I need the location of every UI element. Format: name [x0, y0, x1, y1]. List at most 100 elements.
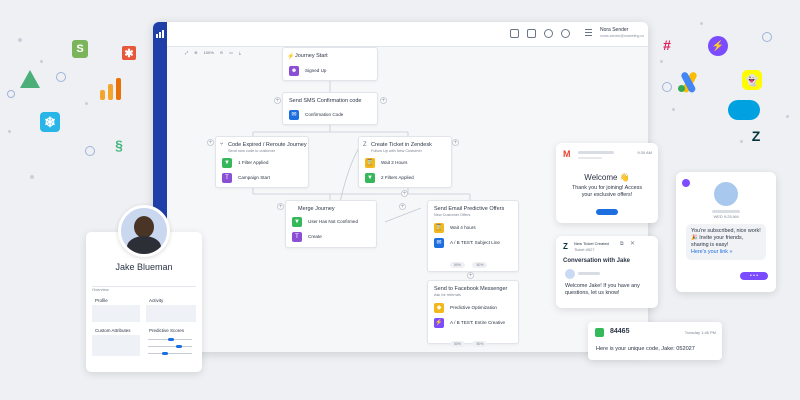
- email-cta-button[interactable]: [596, 209, 618, 215]
- step-item[interactable]: ◆ Predictive Optimization: [434, 302, 497, 313]
- step-item[interactable]: ☻ Signed Up: [289, 65, 326, 76]
- step-item[interactable]: ⌛ Wait 4 hours: [434, 222, 476, 233]
- campaign-icon: T: [292, 231, 302, 242]
- message-date: WED 9:25 AM: [713, 214, 739, 219]
- step-item[interactable]: ▼ 2 Filters Applied: [365, 172, 414, 183]
- add-step-button[interactable]: +: [401, 190, 408, 197]
- add-step-button[interactable]: +: [399, 203, 406, 210]
- add-step-button[interactable]: +: [274, 97, 281, 104]
- score-slider: [148, 338, 192, 341]
- step-label: 2 Filters Applied: [381, 175, 414, 180]
- google-analytics-icon: [100, 78, 122, 100]
- step-label: Wait 2 Hours: [381, 160, 408, 165]
- decor-ring: [56, 72, 66, 82]
- hourglass-icon: ⌛: [365, 157, 375, 168]
- close-icon[interactable]: ✕: [630, 240, 635, 247]
- node-facebook-messenger[interactable]: Send to Facebook Messenger Ask for refer…: [427, 280, 519, 347]
- score-slider: [148, 345, 192, 348]
- node-title: Send to Facebook Messenger: [434, 286, 508, 292]
- step-item[interactable]: ✉ A / B TEST: Subject Line: [434, 237, 500, 248]
- decor-dot: [30, 175, 34, 179]
- node-title: Code Expired / Reroute Journey: [228, 142, 307, 148]
- split-pill: 50%: [472, 341, 488, 347]
- node-send-sms[interactable]: Send SMS Confirmation code ✉ Confirmatio…: [282, 92, 378, 125]
- tab-overview[interactable]: Overview: [92, 287, 109, 292]
- copy-icon[interactable]: ⧉: [620, 241, 624, 247]
- node-subtitle: Ask for referrals: [434, 293, 461, 297]
- node-title: Send Email Predictive Offers: [434, 206, 505, 212]
- profile-section: Profile: [92, 296, 140, 322]
- shopify-icon: S: [72, 40, 88, 58]
- messenger-logo-icon: ⚡: [708, 36, 728, 56]
- node-send-email[interactable]: Send Email Predictive Offers New Custome…: [427, 200, 519, 272]
- typing-indicator: • • •: [740, 272, 768, 280]
- add-step-button[interactable]: +: [380, 97, 387, 104]
- conversation-heading: Conversation with Jake: [563, 258, 631, 264]
- add-step-button[interactable]: +: [207, 139, 214, 146]
- zendesk-node-icon: Z: [363, 142, 367, 148]
- message-body: You're subscribed, nice work! 🎉 Invite y…: [691, 228, 761, 248]
- step-item[interactable]: ▼ 1 Filter Applied: [222, 157, 268, 168]
- filter-icon: ▼: [365, 172, 375, 183]
- hourglass-icon: ⌛: [434, 222, 444, 233]
- sender-placeholder: [578, 151, 614, 154]
- gmail-card: M 9:30 AM Welcome 👋 Thank you for joinin…: [556, 143, 658, 223]
- gmail-icon: M: [563, 149, 571, 159]
- optimize-icon: ◆: [434, 302, 444, 313]
- node-subtitle: New Customer Offers: [434, 213, 471, 217]
- add-step-button[interactable]: +: [467, 272, 474, 279]
- decor-ring: [7, 90, 15, 98]
- node-subtitle: Send new code to customer: [228, 149, 276, 153]
- zendesk-icon: Z: [563, 242, 568, 251]
- node-merge-journey[interactable]: Merge Journey ▼ User Has Not Confirmed T…: [285, 200, 377, 248]
- ticket-title: New Ticket Created: [574, 241, 609, 246]
- step-label: Signed Up: [305, 68, 327, 73]
- step-item[interactable]: T Campaign Start: [222, 172, 270, 183]
- sms-time: Tuesday 1:46 PM: [684, 330, 716, 335]
- step-label: Create: [308, 234, 322, 239]
- node-zendesk-ticket[interactable]: Z Create Ticket in Zendesk Follow Up wit…: [358, 136, 452, 188]
- step-label: Wait 4 hours: [450, 225, 476, 230]
- email-icon: ✉: [434, 237, 444, 248]
- email-body: Thank you for joining! Access your exclu…: [571, 185, 643, 198]
- share-link[interactable]: Here's your link »: [691, 249, 761, 256]
- step-label: A / B TEST: Entire Creative: [450, 320, 506, 325]
- email-time: 9:30 AM: [637, 150, 652, 155]
- messenger-step-icon: ⚡: [434, 317, 444, 328]
- google-ads-icon: [678, 70, 702, 94]
- step-label: A / B TEST: Subject Line: [450, 240, 500, 245]
- step-item[interactable]: ✉ Confirmation Code: [289, 109, 343, 120]
- node-subtitle: Follow Up with New Customer: [371, 149, 422, 153]
- snapchat-icon: 👻: [742, 70, 762, 90]
- filter-icon: ▼: [222, 157, 232, 168]
- section-label: Profile: [92, 296, 140, 305]
- predictive-scores-section: Predictive Scores: [146, 326, 196, 356]
- node-code-expired[interactable]: ⑂ Code Expired / Reroute Journey Send ne…: [215, 136, 309, 188]
- agent-avatar: [565, 269, 575, 279]
- step-item[interactable]: ▼ User Has Not Confirmed: [292, 216, 358, 227]
- step-item[interactable]: ⚡ A / B TEST: Entire Creative: [434, 317, 505, 328]
- zendesk-ticket-card: Z New Ticket Created Ticket #527 ⧉ ✕ Con…: [556, 236, 658, 308]
- step-label: 1 Filter Applied: [238, 160, 269, 165]
- add-step-button[interactable]: +: [452, 139, 459, 146]
- campaign-icon: T: [222, 172, 232, 183]
- decor-ring: [762, 32, 772, 42]
- lightning-icon: ⚡: [287, 54, 295, 60]
- decor-dot: [786, 115, 789, 118]
- messenger-card: WED 9:25 AM You're subscribed, nice work…: [676, 172, 776, 292]
- zendesk-logo-icon: Z: [751, 128, 761, 144]
- add-step-button[interactable]: +: [277, 203, 284, 210]
- node-journey-start[interactable]: ⚡ Journey Start ☻ Signed Up: [282, 47, 378, 81]
- contact-avatar: [714, 182, 738, 206]
- node-title: Merge Journey: [298, 206, 335, 212]
- decor-dot: [18, 38, 22, 42]
- message-icon: ✉: [289, 109, 299, 120]
- ticket-number: Ticket #527: [574, 247, 595, 252]
- node-title: Send SMS Confirmation code: [289, 98, 362, 104]
- step-item[interactable]: T Create: [292, 231, 322, 242]
- step-item[interactable]: ⌛ Wait 2 Hours: [365, 157, 407, 168]
- user-icon: ☻: [289, 65, 299, 76]
- sms-card: 84465 Tuesday 1:46 PM Here is your uniqu…: [588, 322, 722, 360]
- custom-attributes-section: Custom Attributes: [92, 326, 140, 356]
- step-label: Predictive Optimization: [450, 305, 497, 310]
